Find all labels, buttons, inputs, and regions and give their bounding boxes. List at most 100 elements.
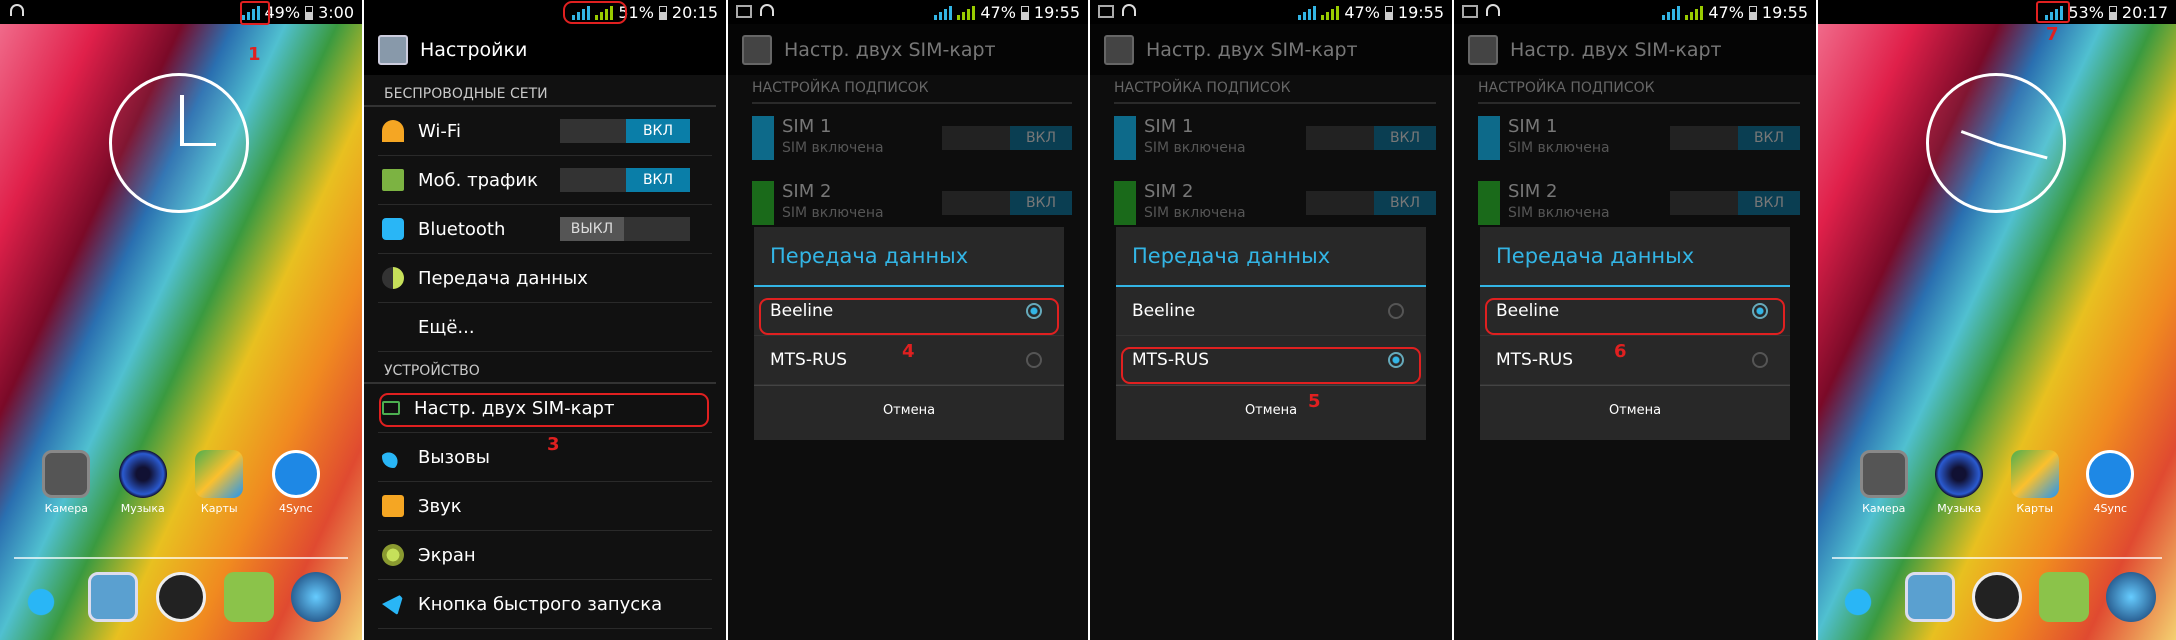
sim1-row[interactable]: SIM 1 SIM включена ВКЛ (1114, 110, 1436, 170)
row-more[interactable]: Ещё... (378, 303, 712, 352)
analog-clock-widget[interactable] (1926, 73, 2066, 213)
music-icon (118, 450, 167, 498)
clock-time: 3:00 (318, 3, 354, 22)
dual-sim-highlight (379, 393, 709, 427)
app-4sync[interactable]: 4Sync (264, 450, 328, 515)
sim1-toggle[interactable]: ВКЛ (1306, 126, 1436, 150)
option-beeline[interactable]: Beeline (1116, 287, 1426, 336)
settings-icon (378, 34, 408, 65)
dock-divider (14, 557, 348, 559)
music-icon (1935, 450, 1984, 498)
sim2-row[interactable]: SIM 2 SIM включена ВКЛ (752, 175, 1072, 235)
contacts-icon[interactable] (1905, 572, 1956, 622)
settings-icon (1468, 34, 1498, 65)
cancel-button[interactable]: Отмена (1116, 385, 1426, 435)
phone-icon[interactable] (20, 572, 71, 622)
row-sound[interactable]: Звук (378, 482, 712, 531)
bluetooth-icon (382, 218, 404, 240)
dialog-title: Передача данных (754, 227, 1064, 287)
messaging-icon[interactable] (2038, 572, 2089, 622)
row-mobile-data[interactable]: Моб. трафик ВКЛ (378, 156, 712, 205)
browser-icon[interactable] (291, 572, 342, 622)
4sync-icon (2086, 450, 2135, 498)
battery-percent: 47% (1344, 3, 1380, 22)
signal-sim2-icon (1321, 5, 1340, 20)
cancel-button[interactable]: Отмена (754, 385, 1064, 435)
phone-icon (382, 446, 404, 468)
mobile-data-icon (382, 169, 404, 191)
sim1-toggle[interactable]: ВКЛ (942, 126, 1072, 150)
contacts-icon[interactable] (88, 572, 139, 622)
clock-time: 20:17 (2121, 3, 2168, 22)
row-quick-launch[interactable]: Кнопка быстрого запуска (378, 580, 712, 629)
option-mts[interactable]: MTS-RUS (1480, 336, 1790, 385)
section-header: НАСТРОЙКА ПОДПИСОК (1114, 80, 1436, 104)
signal-sim1-icon (934, 5, 953, 20)
speaker-icon (382, 495, 404, 517)
wifi-icon (1122, 4, 1136, 16)
clock-minute-hand (1996, 143, 2048, 160)
signal-highlight (240, 1, 270, 25)
wifi-toggle[interactable]: ВКЛ (560, 119, 690, 143)
signal-highlight (563, 1, 627, 24)
sim2-toggle[interactable]: ВКЛ (942, 191, 1072, 215)
mobile-data-toggle[interactable]: ВКЛ (560, 168, 690, 192)
cancel-button[interactable]: Отмена (1480, 385, 1790, 435)
radio-unselected[interactable] (1388, 303, 1404, 319)
messaging-icon[interactable] (223, 572, 274, 622)
phone-icon[interactable] (1838, 572, 1889, 622)
status-bar: 47% 19:55 (1090, 0, 1452, 24)
sim1-color-icon (1478, 116, 1500, 160)
row-data-usage[interactable]: Передача данных (378, 254, 712, 303)
sim2-toggle[interactable]: ВКЛ (1306, 191, 1436, 215)
clock-time: 19:55 (1761, 3, 1808, 22)
app-maps[interactable]: Карты (2003, 450, 2067, 515)
step-marker: 3 (547, 434, 560, 455)
status-bar: 51% 20:15 (364, 0, 726, 24)
row-calls[interactable]: Вызовы (378, 433, 712, 482)
section-header: НАСТРОЙКА ПОДПИСОК (1478, 80, 1800, 104)
page-title: Настр. двух SIM-карт (1146, 38, 1358, 61)
clock-time: 20:15 (671, 3, 718, 22)
titlebar: Настр. двух SIM-карт (1454, 24, 1816, 75)
app-4sync[interactable]: 4Sync (2078, 450, 2142, 515)
settings-screen: 51% 20:15 2 Настройки БЕСПРОВОДНЫЕ СЕТИ … (364, 0, 726, 640)
all-apps-icon[interactable] (155, 572, 206, 622)
app-row: Камера Музыка Карты 4Sync (0, 450, 362, 515)
maps-icon (195, 450, 244, 498)
sim1-row[interactable]: SIM 1 SIM включена ВКЛ (1478, 110, 1800, 170)
row-display[interactable]: Экран (378, 531, 712, 580)
battery-icon (1020, 5, 1029, 20)
maps-icon (2010, 450, 2059, 498)
4sync-icon (271, 450, 320, 498)
battery-icon (2108, 5, 2117, 20)
radio-unselected[interactable] (1026, 352, 1042, 368)
analog-clock-widget[interactable] (109, 73, 249, 213)
app-row: Камера Музыка Карты 4Sync (1818, 450, 2176, 515)
app-music[interactable]: Музыка (1927, 450, 1991, 515)
sim2-row[interactable]: SIM 2 SIM включена ВКЛ (1478, 175, 1800, 235)
sim2-toggle[interactable]: ВКЛ (1670, 191, 1800, 215)
settings-icon (1104, 34, 1134, 65)
send-icon (382, 593, 404, 615)
browser-icon[interactable] (2105, 572, 2156, 622)
step-marker: 4 (902, 341, 915, 362)
battery-percent: 47% (1708, 3, 1744, 22)
row-wifi[interactable]: Wi-Fi ВКЛ (378, 107, 712, 156)
sim1-row[interactable]: SIM 1 SIM включена ВКЛ (752, 110, 1072, 170)
sim2-row[interactable]: SIM 2 SIM включена ВКЛ (1114, 175, 1436, 235)
bluetooth-toggle[interactable]: ВЫКЛ (560, 217, 690, 241)
sim1-color-icon (752, 116, 774, 160)
row-bluetooth[interactable]: Bluetooth ВЫКЛ (378, 205, 712, 254)
app-maps[interactable]: Карты (187, 450, 251, 515)
app-camera[interactable]: Камера (34, 450, 98, 515)
clock-hour-hand (180, 95, 184, 143)
signal-sim2-icon (957, 5, 976, 20)
radio-unselected[interactable] (1752, 352, 1768, 368)
clock-minute-hand (180, 143, 216, 146)
image-notification-icon (1098, 5, 1114, 18)
app-music[interactable]: Музыка (111, 450, 175, 515)
app-camera[interactable]: Камера (1852, 450, 1916, 515)
all-apps-icon[interactable] (1971, 572, 2022, 622)
sim1-toggle[interactable]: ВКЛ (1670, 126, 1800, 150)
